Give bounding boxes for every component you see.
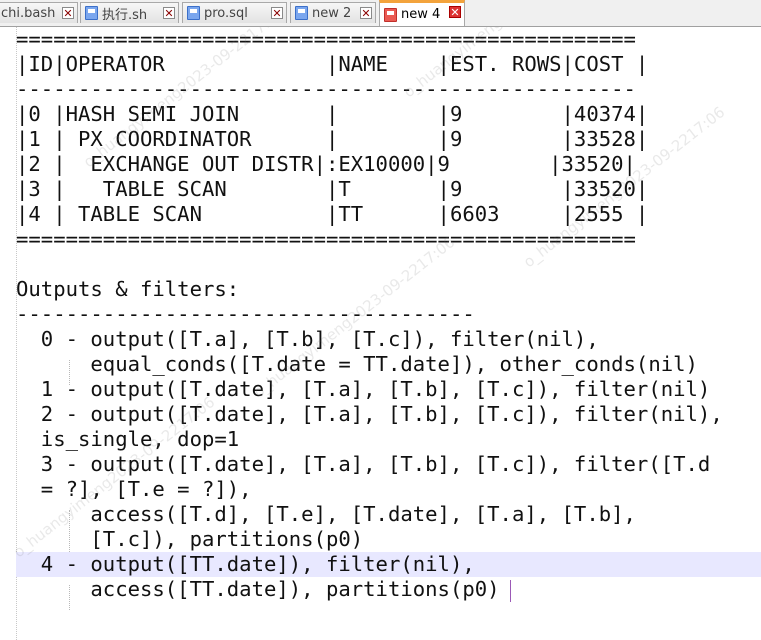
code-line[interactable]: ========================================… [16,227,761,252]
tab-label: 执行.sh [102,7,148,23]
current-code-line[interactable]: 4 - output([TT.date]), filter(nil), [16,552,761,577]
tab-bar: chi.bash ✕ 执行.sh ✕ pro.sql ✕ new 2 ✕ new… [0,0,761,27]
text-caret [510,580,511,602]
close-icon[interactable]: ✕ [360,7,372,19]
code-line[interactable]: = ?], [T.e = ?]), [16,477,761,502]
tab-chi-bash[interactable]: chi.bash ✕ [0,2,78,23]
code-line[interactable]: 0 - output([T.a], [T.b], [T.c]), filter(… [16,327,761,352]
code-line[interactable]: equal_conds([T.date = TT.date]), other_c… [16,352,761,377]
text-editor[interactable]: ========================================… [0,27,761,640]
tab-zhixing-sh[interactable]: 执行.sh ✕ [80,2,179,23]
code-line[interactable]: Outputs & filters: [16,277,761,302]
code-line[interactable]: ========================================… [16,27,761,52]
tab-pro-sql[interactable]: pro.sql ✕ [182,2,287,23]
code-line[interactable]: 1 - output([T.date], [T.a], [T.b], [T.c]… [16,377,761,402]
tab-label: new 4 [401,7,441,22]
save-file-icon [295,6,308,20]
tab-label: chi.bash [1,5,56,21]
save-file-icon [85,6,98,20]
code-line[interactable]: |4 | TABLE SCAN |TT |6603 |2555 | [16,202,761,227]
close-icon[interactable]: ✕ [62,7,74,19]
code-line[interactable]: |0 |HASH SEMI JOIN | |9 |40374| [16,102,761,127]
close-icon[interactable]: ✕ [271,7,283,19]
code-line[interactable]: access([T.d], [T.e], [T.date], [T.a], [T… [16,502,761,527]
code-line[interactable]: [T.c]), partitions(p0) [16,527,761,552]
code-line[interactable]: |ID|OPERATOR |NAME |EST. ROWS|COST | [16,52,761,77]
code-line[interactable]: |1 | PX COORDINATOR | |9 |33528| [16,127,761,152]
code-line[interactable]: access([TT.date]), partitions(p0) [16,577,761,602]
close-icon[interactable]: ✕ [449,6,461,18]
code-line[interactable]: ----------------------------------------… [16,77,761,102]
tab-label: new 2 [312,5,352,21]
close-icon[interactable]: ✕ [163,7,175,19]
modified-file-icon [384,7,397,22]
tab-new-4[interactable]: new 4 ✕ [379,0,465,26]
code-line[interactable]: |3 | TABLE SCAN |T |9 |33520| [16,177,761,202]
tab-new-2[interactable]: new 2 ✕ [290,2,376,23]
code-line[interactable]: ------------------------------------- [16,302,761,327]
save-file-icon [187,6,200,20]
tab-label: pro.sql [204,5,248,21]
code-line[interactable]: is_single, dop=1 [16,427,761,452]
code-line[interactable] [16,252,761,277]
code-line[interactable]: |2 | EXCHANGE OUT DISTR|:EX10000|9 |3352… [16,152,761,177]
code-line[interactable]: 2 - output([T.date], [T.a], [T.b], [T.c]… [16,402,761,427]
code-line[interactable]: 3 - output([T.date], [T.a], [T.b], [T.c]… [16,452,761,477]
